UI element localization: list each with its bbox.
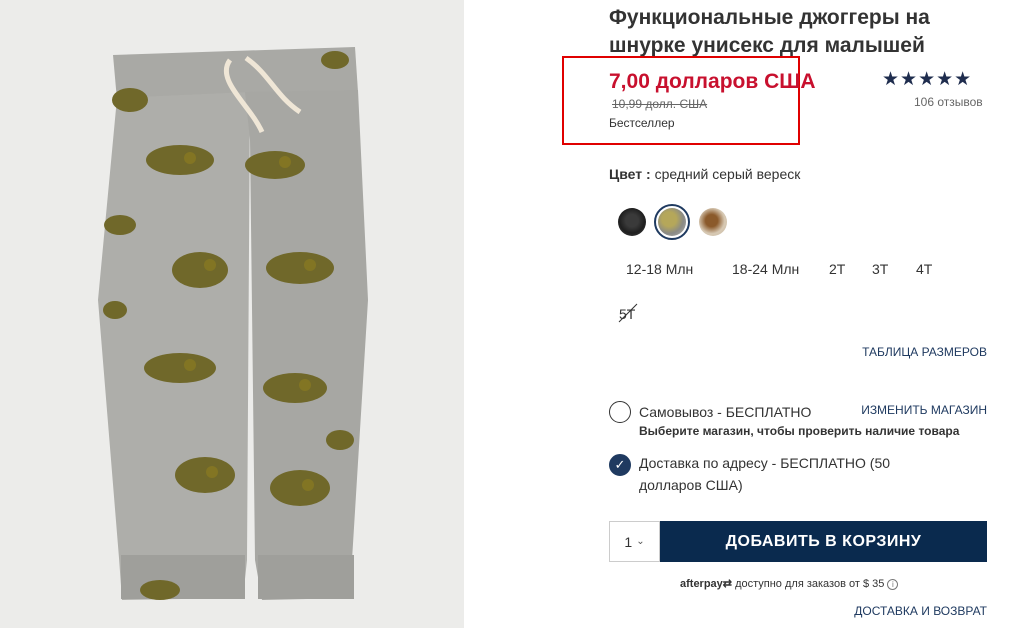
- chevron-down-icon: ⌄: [636, 536, 645, 547]
- pickup-radio[interactable]: [609, 401, 631, 423]
- afterpay-info: afterpay⇄ доступно для заказов от $ 35 i: [680, 577, 899, 590]
- star-icons: ★★★★★: [882, 69, 973, 90]
- product-image: [0, 0, 464, 628]
- info-icon[interactable]: i: [887, 579, 899, 590]
- size-3t[interactable]: 3T: [872, 261, 888, 277]
- rating-stars[interactable]: ★★★★★: [882, 68, 972, 91]
- bestseller-badge: Бестселлер: [609, 116, 675, 130]
- swatch-tan[interactable]: [699, 208, 727, 236]
- sale-price: 7,00 долларов США: [609, 70, 816, 93]
- quantity-select[interactable]: 1 ⌄: [609, 521, 660, 562]
- pickup-hint: Выберите магазин, чтобы проверить наличи…: [639, 424, 960, 438]
- size-12-18[interactable]: 12-18 Млн: [626, 261, 693, 277]
- product-title: Функциональные джоггеры на шнурке унисек…: [609, 6, 930, 57]
- pickup-label: Самовывоз - БЕСПЛАТНО: [639, 404, 812, 420]
- afterpay-text: доступно для заказов от $ 35: [735, 578, 885, 590]
- shipping-label: Доставка по адресу - БЕСПЛАТНО (50 долла…: [639, 455, 891, 493]
- swatch-medium-gray-heather[interactable]: [654, 204, 690, 240]
- size-18-24[interactable]: 18-24 Млн: [732, 261, 799, 277]
- delivery-returns-link[interactable]: ДОСТАВКА И ВОЗВРАТ: [854, 604, 987, 618]
- unavailable-slash-icon: [618, 303, 638, 323]
- change-store-link[interactable]: ИЗМЕНИТЬ МАГАЗИН: [861, 403, 987, 417]
- size-chart-link[interactable]: ТАБЛИЦА РАЗМЕРОВ: [862, 345, 987, 359]
- quantity-value: 1: [624, 533, 633, 550]
- afterpay-logo: afterpay: [680, 578, 723, 590]
- size-4t[interactable]: 4T: [916, 261, 932, 277]
- color-label-title: Цвет :: [609, 166, 651, 182]
- checkmark-icon: ✓: [614, 457, 626, 472]
- shipping-radio[interactable]: ✓: [609, 454, 631, 476]
- swatch-black[interactable]: [618, 208, 646, 236]
- color-label: Цвет : средний серый вереск: [609, 166, 800, 182]
- color-value: средний серый вереск: [654, 166, 801, 182]
- size-5t-unavailable[interactable]: 5T: [618, 303, 638, 323]
- swatch-inner: [658, 208, 686, 236]
- size-2t[interactable]: 2T: [829, 261, 845, 277]
- afterpay-loop-icon: ⇄: [722, 578, 733, 590]
- original-price: 10,99 долл. США: [612, 97, 708, 111]
- add-to-cart-button[interactable]: ДОБАВИТЬ В КОРЗИНУ: [660, 521, 987, 562]
- reviews-count[interactable]: 106 отзывов: [914, 95, 983, 109]
